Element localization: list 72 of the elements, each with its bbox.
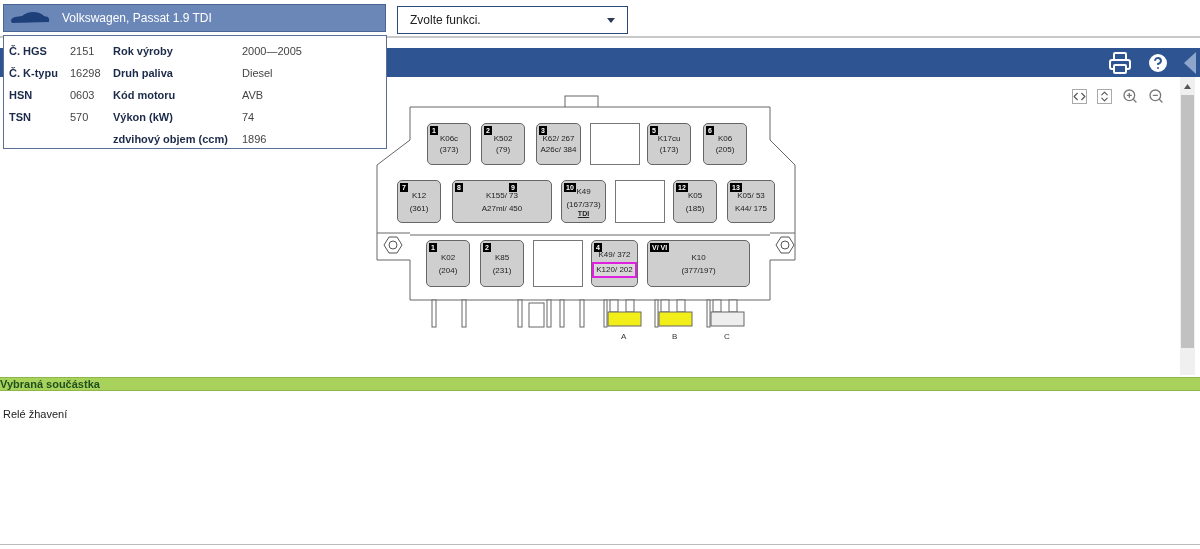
relay-label: K62/ 267 <box>541 133 576 144</box>
info-label: Výkon (kW) <box>113 109 174 125</box>
empty-slot <box>615 180 665 223</box>
zoom-out-icon[interactable] <box>1148 88 1164 104</box>
relay-label: (361) <box>408 202 430 214</box>
relay-label: K85 <box>493 251 511 263</box>
info-value: 2000—2005 <box>242 43 303 59</box>
relay-label: (79) <box>494 144 512 155</box>
vehicle-title: Volkswagen, Passat 1.9 TDI <box>62 10 212 27</box>
car-icon <box>10 11 50 25</box>
relay-label: K02 <box>439 251 457 263</box>
print-icon[interactable] <box>1108 50 1132 75</box>
relay-label: (377/197) <box>680 264 717 276</box>
connector-plug[interactable] <box>654 299 693 328</box>
relay-label: K49 <box>575 185 592 197</box>
relay-label: K06 <box>716 133 734 144</box>
function-dropdown[interactable]: Zvolte funkci. <box>397 6 628 34</box>
relay-label: K49/ 372 <box>597 250 632 260</box>
connector-label: B <box>672 331 678 343</box>
scrollbar[interactable] <box>1180 77 1195 375</box>
relay-label: (167/373) <box>565 198 602 210</box>
info-label: Č. K-typu <box>9 65 59 81</box>
connector-plug[interactable] <box>706 299 745 328</box>
info-value: 2151 <box>70 43 96 59</box>
empty-slot <box>533 240 583 287</box>
info-label: Rok výroby <box>113 43 174 59</box>
bolt-icon <box>383 236 403 254</box>
vehicle-header[interactable]: Volkswagen, Passat 1.9 TDI <box>3 4 386 32</box>
relay-label: K06c <box>438 133 460 144</box>
info-value: 570 <box>70 109 90 125</box>
collapse-arrow-icon[interactable] <box>1184 51 1196 74</box>
info-label: Kód motoru <box>113 87 177 103</box>
info-value: AVB <box>242 87 265 103</box>
empty-slot <box>590 123 640 165</box>
relay-label: K502 <box>492 133 514 144</box>
relay-label: (185) <box>684 202 706 214</box>
connector-label: C <box>724 331 730 343</box>
info-label: zdvihový objem (ccm) <box>113 131 229 147</box>
fit-width-button[interactable] <box>1072 88 1087 104</box>
relay-label: A26c/ 384 <box>539 144 578 155</box>
info-label: TSN <box>9 109 32 125</box>
info-value: 1896 <box>242 131 268 147</box>
relay-label: (231) <box>491 264 513 276</box>
info-value: 16298 <box>70 65 102 81</box>
relay-label: K05 <box>686 189 704 201</box>
selected-part-name: Relé žhavení <box>3 408 68 420</box>
info-value: Diesel <box>242 65 274 81</box>
relay-label: (204) <box>437 264 459 276</box>
relay-label: K17cu <box>656 133 682 144</box>
connector-label: A <box>621 331 627 343</box>
relay-label: K44/ 175 <box>734 202 768 214</box>
section-title: Vybraná součástka <box>0 378 100 390</box>
info-label: Č. HGS <box>9 43 48 59</box>
info-label: Druh paliva <box>113 65 174 81</box>
info-label: HSN <box>9 87 34 103</box>
fit-height-button[interactable] <box>1097 88 1112 104</box>
connector-plug[interactable] <box>603 299 642 328</box>
relay-label: A27ml/ 450 <box>480 202 524 214</box>
zoom-in-icon[interactable] <box>1122 88 1138 104</box>
relay-label: K155/ 73 <box>485 190 519 201</box>
relay-label: K120/ 202 <box>592 262 637 278</box>
caret-icon <box>607 17 615 23</box>
relay-label: K10 <box>690 251 707 263</box>
relay-label: (173) <box>658 144 680 155</box>
bolt-icon <box>775 236 795 254</box>
relay-label: (373) <box>438 144 460 155</box>
relay-label: K12 <box>410 189 428 201</box>
info-value: 0603 <box>70 87 96 103</box>
info-value: 74 <box>242 109 256 125</box>
relay-label: (205) <box>714 144 736 155</box>
scroll-up-icon[interactable] <box>1184 84 1191 89</box>
relay-label: K05/ 53 <box>736 190 766 201</box>
